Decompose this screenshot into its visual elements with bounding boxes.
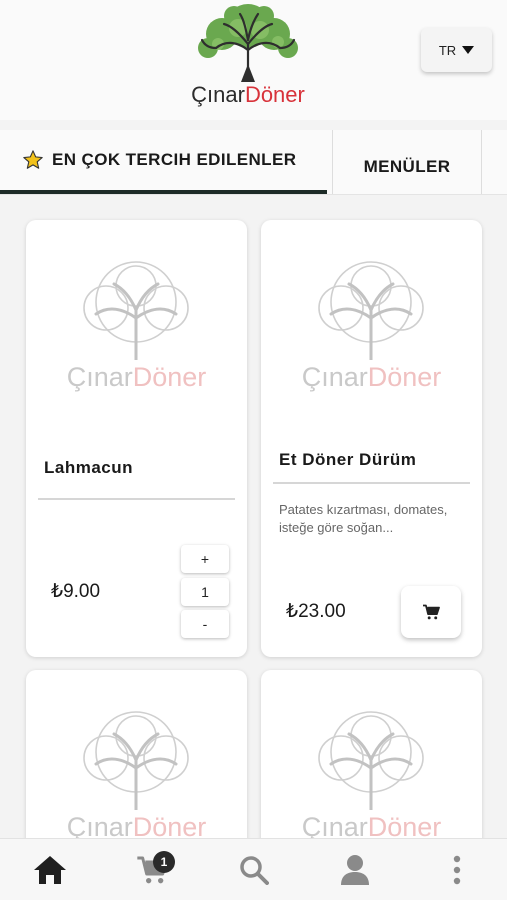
product-name: Et Döner Dürüm: [279, 450, 417, 469]
star-icon: [23, 150, 43, 169]
more-vertical-icon: [453, 855, 461, 885]
cart-icon: [423, 604, 440, 620]
increase-quantity-button[interactable]: +: [181, 545, 229, 573]
add-to-cart-button[interactable]: [401, 586, 461, 638]
product-image-placeholder: ÇınarDöner: [26, 260, 247, 410]
product-price: ₺23.00: [286, 601, 346, 622]
nav-search[interactable]: [224, 839, 284, 900]
product-card[interactable]: ÇınarDöner Et Döner Dürüm Patates kızart…: [261, 220, 482, 657]
nav-cart[interactable]: 1: [122, 839, 182, 900]
product-price: ₺9.00: [51, 581, 101, 602]
app-screen: ÇınarDöner TR EN ÇOK TERCIH EDILENLER ME…: [0, 0, 507, 900]
decrease-quantity-button[interactable]: -: [181, 610, 229, 638]
bottom-navigation: 1: [0, 838, 507, 900]
tree-watermark-icon: [318, 261, 424, 362]
product-card[interactable]: ÇınarDöner Lahmacun ₺9.00 + 1 -: [26, 220, 247, 657]
search-icon: [240, 856, 269, 885]
card-divider: [273, 482, 470, 484]
card-divider: [38, 498, 235, 500]
cart-count-badge: 1: [153, 851, 175, 873]
home-icon: [34, 856, 66, 884]
header: ÇınarDöner TR: [0, 0, 507, 120]
placeholder-word-2: Döner: [367, 362, 442, 392]
caret-down-icon: [462, 46, 475, 54]
product-image-placeholder: ÇınarDöner: [261, 260, 482, 410]
placeholder-brand: ÇınarDöner: [26, 362, 247, 392]
tree-watermark-icon: [83, 711, 189, 812]
language-label: TR: [438, 42, 457, 58]
nav-more[interactable]: [427, 839, 487, 900]
placeholder-word-2: Döner: [132, 362, 207, 392]
nav-home[interactable]: [20, 839, 80, 900]
placeholder-brand: ÇınarDöner: [261, 362, 482, 392]
tree-watermark-icon: [318, 711, 424, 812]
tab-label: MENÜLER: [363, 157, 451, 176]
tab-label: EN ÇOK TERCIH EDILENLER: [52, 150, 297, 169]
brand-logo[interactable]: ÇınarDöner: [178, 4, 318, 116]
tab-menus[interactable]: MENÜLER: [333, 130, 481, 194]
product-description: Patates kızartması, domates, isteğe göre…: [279, 502, 448, 535]
brand-word-2: Döner: [244, 82, 305, 107]
product-name: Lahmacun: [44, 458, 134, 477]
tree-logo-icon: [198, 4, 298, 82]
quantity-value: 1: [181, 578, 229, 606]
tab-divider: [481, 130, 482, 194]
nav-profile[interactable]: [325, 839, 385, 900]
tab-most-preferred[interactable]: EN ÇOK TERCIH EDILENLER: [0, 130, 327, 194]
brand-name: ÇınarDöner: [178, 82, 318, 108]
language-selector[interactable]: TR: [421, 28, 492, 72]
user-icon: [341, 855, 369, 885]
category-tabs: EN ÇOK TERCIH EDILENLER MENÜLER: [0, 130, 507, 195]
placeholder-word-1: Çınar: [301, 362, 368, 392]
brand-word-1: Çınar: [191, 82, 245, 107]
tree-watermark-icon: [83, 261, 189, 362]
placeholder-word-1: Çınar: [66, 362, 133, 392]
